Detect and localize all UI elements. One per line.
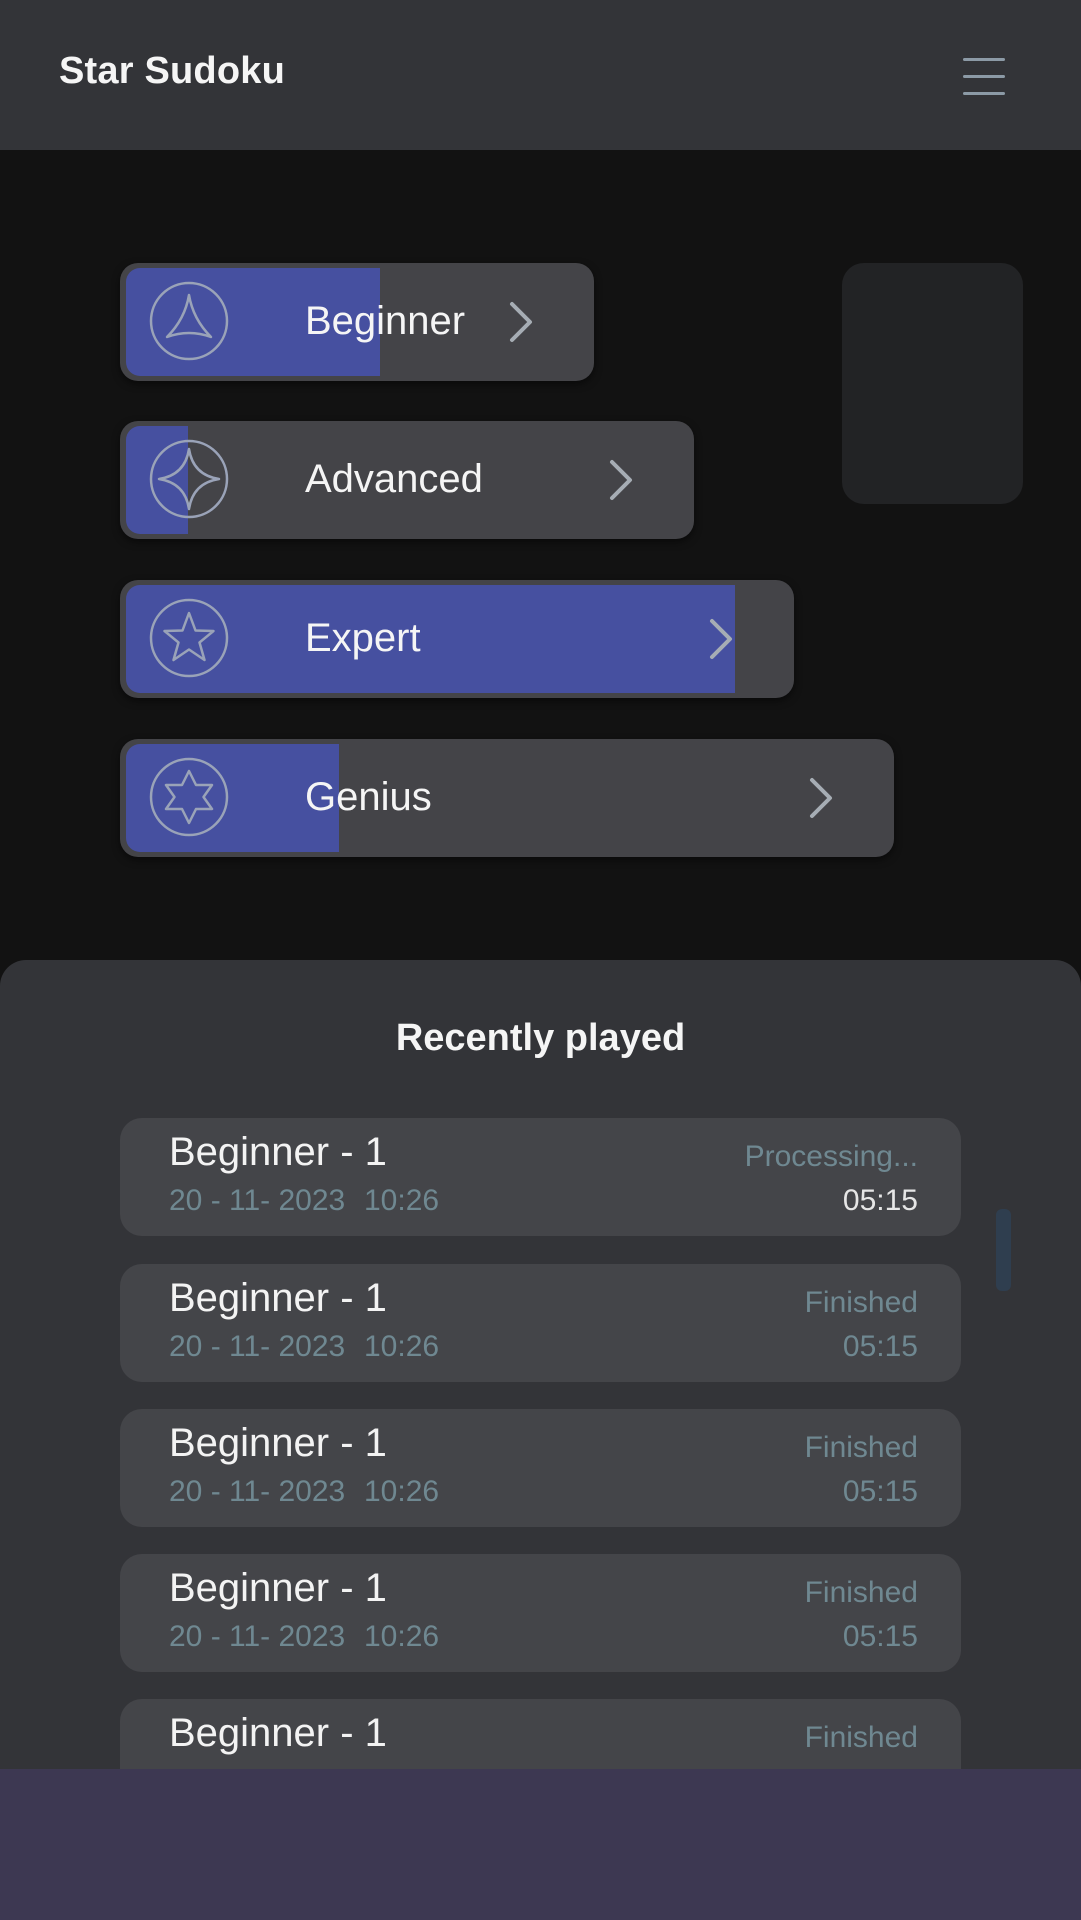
game-date: 20 - 11- 2023 [169, 1475, 346, 1508]
recently-played-title: Recently played [395, 1017, 686, 1059]
game-name: Beginner - 1 [169, 1711, 387, 1755]
level-label: Advanced [305, 457, 483, 501]
scrollbar-thumb[interactable] [996, 1209, 1011, 1291]
game-time: 10:26 [364, 1184, 440, 1217]
app-bar: Star Sudoku [0, 0, 1081, 150]
game-time: 10:26 [364, 1475, 440, 1508]
game-name: Beginner - 1 [169, 1566, 387, 1610]
game-status: Processing... [744, 1140, 918, 1173]
game-duration: 05:15 [842, 1475, 918, 1508]
triangle-star-icon [149, 281, 229, 361]
chevron-right-icon [710, 619, 732, 659]
game-time: 10:26 [364, 1330, 440, 1363]
chevron-right-icon [610, 460, 632, 500]
game-status: Finished [804, 1286, 918, 1319]
app-title: Star Sudoku [59, 50, 286, 92]
game-status: Finished [804, 1576, 918, 1609]
four-point-star-icon [149, 439, 229, 519]
game-name: Beginner - 1 [169, 1276, 387, 1320]
hamburger-menu-icon[interactable] [955, 50, 1011, 100]
six-point-star-icon [149, 757, 229, 837]
game-name: Beginner - 1 [169, 1130, 387, 1174]
recent-game-card[interactable]: Beginner - 1 20 - 11- 2023 10:26 Finishe… [120, 1264, 961, 1382]
level-label: Expert [305, 616, 421, 660]
level-button-expert[interactable]: Expert [120, 580, 794, 698]
game-time: 10:26 [364, 1620, 440, 1653]
recent-game-card[interactable]: Beginner - 1 20 - 11- 2023 10:26 Process… [120, 1118, 961, 1236]
level-button-beginner[interactable]: Beginner [120, 263, 594, 381]
bottom-bar [0, 1769, 1081, 1920]
level-label: Beginner [305, 299, 466, 343]
level-button-advanced[interactable]: Advanced [120, 421, 694, 539]
game-date: 20 - 11- 2023 [169, 1330, 346, 1363]
chevron-right-icon [810, 778, 832, 818]
chevron-right-icon [510, 302, 532, 342]
game-duration: 05:15 [842, 1620, 918, 1653]
level-label: Genius [305, 775, 432, 819]
side-panel-placeholder [842, 263, 1023, 504]
game-duration: 05:15 [842, 1184, 918, 1217]
level-button-genius[interactable]: Genius [120, 739, 894, 857]
game-name: Beginner - 1 [169, 1421, 387, 1465]
game-date: 20 - 11- 2023 [169, 1184, 346, 1217]
game-date: 20 - 11- 2023 [169, 1620, 346, 1653]
game-duration: 05:15 [842, 1330, 918, 1363]
recent-game-card[interactable]: Beginner - 1 20 - 11- 2023 10:26 Finishe… [120, 1554, 961, 1672]
five-point-star-icon [149, 598, 229, 678]
recent-game-card[interactable]: Beginner - 1 20 - 11- 2023 10:26 Finishe… [120, 1409, 961, 1527]
game-status: Finished [804, 1431, 918, 1464]
game-status: Finished [804, 1721, 918, 1754]
